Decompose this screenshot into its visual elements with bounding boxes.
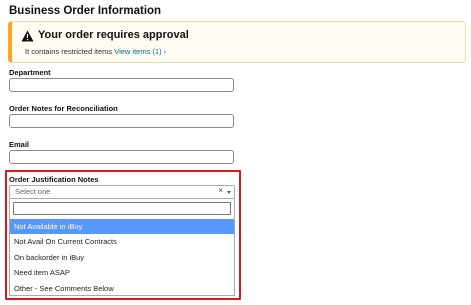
select-placeholder: Select one <box>15 187 51 196</box>
warning-icon <box>21 30 34 42</box>
dropdown-option[interactable]: On backorder in iBuy <box>10 250 234 265</box>
dropdown-option[interactable]: Not Available in iBuy <box>10 219 234 234</box>
clear-selection-icon[interactable]: × <box>218 186 223 195</box>
dropdown-search-input[interactable] <box>13 202 231 215</box>
justification-label: Order Justification Notes <box>9 175 99 184</box>
order-notes-input[interactable] <box>9 114 234 128</box>
justification-dropdown: Not Available in iBuy Not Avail On Curre… <box>9 199 235 296</box>
email-label: Email <box>9 140 30 149</box>
dropdown-option[interactable]: Other - See Comments Below <box>10 281 234 296</box>
section-title: Business Order Information <box>9 5 162 17</box>
alert-text: It contains restricted items View items … <box>25 47 166 56</box>
chevron-down-icon[interactable] <box>227 191 231 194</box>
dropdown-option[interactable]: Need item ASAP <box>10 265 234 280</box>
department-input[interactable] <box>9 78 234 92</box>
department-label: Department <box>9 68 51 77</box>
email-input[interactable] <box>9 150 234 164</box>
alert-heading: Your order requires approval <box>38 29 189 41</box>
alert-message: It contains restricted items <box>25 47 113 56</box>
justification-select[interactable]: Select one × <box>9 185 235 199</box>
dropdown-option[interactable]: Not Avail On Current Contracts <box>10 234 234 249</box>
view-items-link[interactable]: View items (1) › <box>114 47 166 56</box>
approval-alert: Your order requires approval It contains… <box>8 21 466 63</box>
order-notes-label: Order Notes for Reconciliation <box>9 104 118 113</box>
